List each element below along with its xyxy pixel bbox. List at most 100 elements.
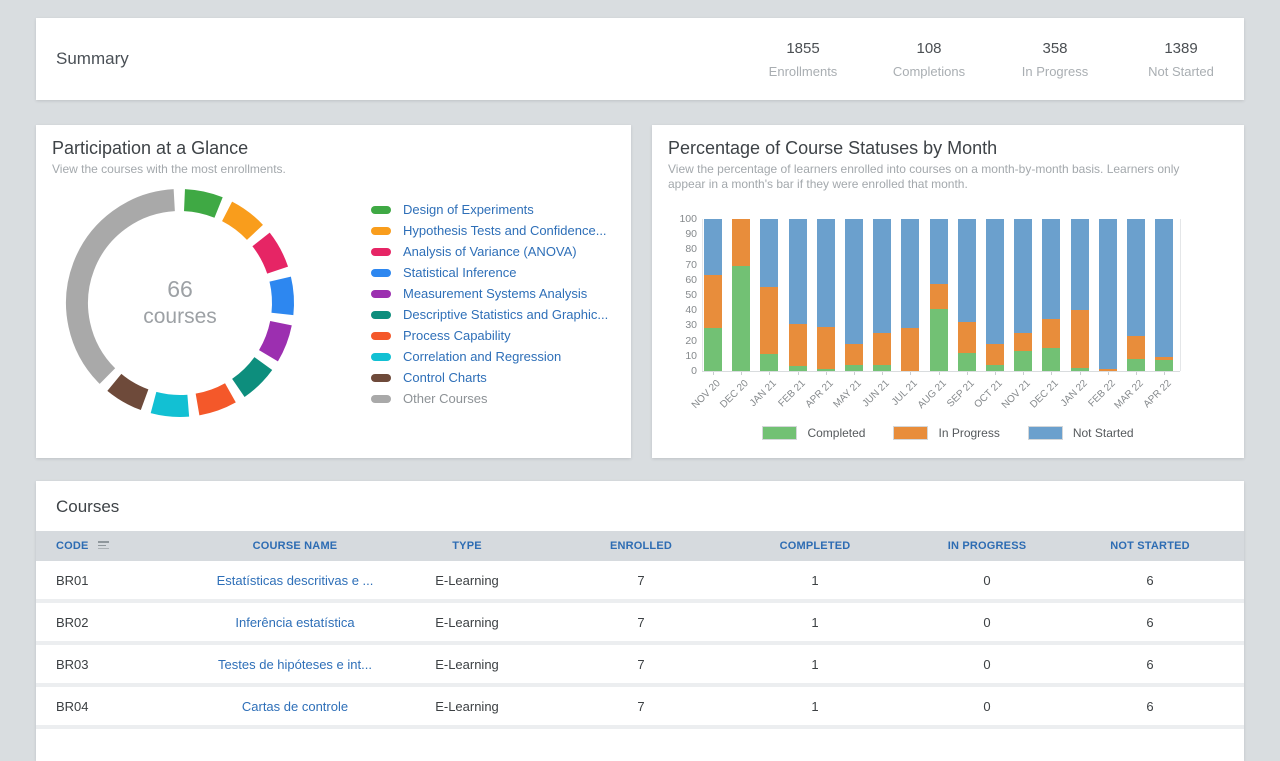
stacked-bar[interactable] xyxy=(817,219,835,371)
cell-course-name[interactable]: Inferência estatística xyxy=(190,615,400,630)
bar-segment-completed[interactable] xyxy=(958,353,976,371)
donut-segment[interactable] xyxy=(154,403,189,406)
bar-segment-completed[interactable] xyxy=(1155,360,1173,371)
header-cell-not-started[interactable]: NOT STARTED xyxy=(1092,540,1208,552)
legend-item[interactable]: Design of Experiments xyxy=(371,199,608,220)
bar-segment-in-progress[interactable] xyxy=(1071,310,1089,368)
header-cell-in-progress[interactable]: IN PROGRESS xyxy=(882,540,1092,552)
bar-segment-not-started[interactable] xyxy=(817,219,835,327)
bar-segment-in-progress[interactable] xyxy=(1042,319,1060,348)
bar-segment-completed[interactable] xyxy=(986,365,1004,371)
bar-segment-not-started[interactable] xyxy=(1042,219,1060,319)
bar-segment-not-started[interactable] xyxy=(901,219,919,328)
bar-segment-not-started[interactable] xyxy=(1099,219,1117,369)
bar-segment-in-progress[interactable] xyxy=(873,333,891,365)
bar-segment-not-started[interactable] xyxy=(789,219,807,324)
bar-segment-not-started[interactable] xyxy=(958,219,976,322)
legend-label[interactable]: Measurement Systems Analysis xyxy=(403,286,587,301)
header-cell-course-name[interactable]: COURSE NAME xyxy=(190,540,400,552)
course-name-link[interactable]: Inferência estatística xyxy=(235,615,354,630)
donut-segment[interactable] xyxy=(77,200,174,376)
bar-segment-in-progress[interactable] xyxy=(1127,336,1145,359)
bar-segment-completed[interactable] xyxy=(760,354,778,371)
course-name-link[interactable]: Testes de hipóteses e int... xyxy=(218,657,372,672)
bar-segment-completed[interactable] xyxy=(873,365,891,371)
bar-segment-not-started[interactable] xyxy=(930,219,948,284)
bar-segment-completed[interactable] xyxy=(930,309,948,371)
stacked-bar[interactable] xyxy=(1127,219,1145,371)
stacked-bar[interactable] xyxy=(845,219,863,371)
bar-segment-not-started[interactable] xyxy=(1127,219,1145,336)
donut-segment[interactable] xyxy=(238,364,263,388)
stacked-bar[interactable] xyxy=(1042,219,1060,371)
bar-segment-not-started[interactable] xyxy=(1014,219,1032,333)
stacked-bar[interactable] xyxy=(1014,219,1032,371)
legend-item[interactable]: Process Capability xyxy=(371,325,608,346)
cell-course-name[interactable]: Estatísticas descritivas e ... xyxy=(190,573,400,588)
donut-segment[interactable] xyxy=(114,382,144,399)
bar-segment-in-progress[interactable] xyxy=(760,287,778,354)
legend-item[interactable]: Statistical Inference xyxy=(371,262,608,283)
bar-segment-in-progress[interactable] xyxy=(1099,369,1117,371)
donut-segment[interactable] xyxy=(184,200,218,207)
stacked-bar[interactable] xyxy=(873,219,891,371)
legend-label[interactable]: Design of Experiments xyxy=(403,202,534,217)
bar-segment-not-started[interactable] xyxy=(1155,219,1173,357)
legend-label[interactable]: Statistical Inference xyxy=(403,265,516,280)
header-cell-completed[interactable]: COMPLETED xyxy=(748,540,882,552)
header-cell-code[interactable]: CODE xyxy=(36,540,190,552)
header-cell-type[interactable]: TYPE xyxy=(400,540,534,552)
bar-segment-completed[interactable] xyxy=(789,366,807,371)
stacked-bar[interactable] xyxy=(732,219,750,371)
donut-segment[interactable] xyxy=(227,211,255,232)
bar-segment-in-progress[interactable] xyxy=(930,284,948,308)
stacked-bar[interactable] xyxy=(1155,219,1173,371)
bar-segment-not-started[interactable] xyxy=(845,219,863,344)
legend-label[interactable]: Analysis of Variance (ANOVA) xyxy=(403,244,577,259)
bar-segment-not-started[interactable] xyxy=(1071,219,1089,310)
bar-segment-in-progress[interactable] xyxy=(901,328,919,371)
bar-segment-completed[interactable] xyxy=(1042,348,1060,371)
course-name-link[interactable]: Cartas de controle xyxy=(242,699,348,714)
header-cell-enrolled[interactable]: ENROLLED xyxy=(534,540,748,552)
bar-segment-completed[interactable] xyxy=(817,369,835,371)
bar-segment-in-progress[interactable] xyxy=(845,344,863,365)
bar-segment-in-progress[interactable] xyxy=(704,275,722,328)
bar-segment-not-started[interactable] xyxy=(986,219,1004,344)
course-name-link[interactable]: Estatísticas descritivas e ... xyxy=(217,573,374,588)
stacked-bar[interactable] xyxy=(1071,219,1089,371)
bar-segment-completed[interactable] xyxy=(732,266,750,371)
bar-segment-in-progress[interactable] xyxy=(986,344,1004,365)
stacked-bar[interactable] xyxy=(958,219,976,371)
bar-segment-in-progress[interactable] xyxy=(789,324,807,367)
donut-chart[interactable] xyxy=(64,187,296,419)
bar-segment-completed[interactable] xyxy=(1014,351,1032,371)
legend-item[interactable]: Hypothesis Tests and Confidence... xyxy=(371,220,608,241)
stacked-bar[interactable] xyxy=(930,219,948,371)
bar-segment-completed[interactable] xyxy=(1127,359,1145,371)
donut-segment[interactable] xyxy=(280,279,283,314)
stacked-bar[interactable] xyxy=(789,219,807,371)
bar-segment-in-progress[interactable] xyxy=(1014,333,1032,351)
sort-icon[interactable] xyxy=(98,541,109,551)
legend-item[interactable]: Correlation and Regression xyxy=(371,346,608,367)
legend-item[interactable]: Measurement Systems Analysis xyxy=(371,283,608,304)
bar-segment-in-progress[interactable] xyxy=(817,327,835,370)
cell-course-name[interactable]: Testes de hipóteses e int... xyxy=(190,657,400,672)
bar-segment-completed[interactable] xyxy=(845,365,863,371)
donut-segment[interactable] xyxy=(268,323,281,356)
donut-segment[interactable] xyxy=(198,393,231,405)
bar-segment-completed[interactable] xyxy=(1071,368,1089,371)
donut-segment[interactable] xyxy=(261,239,278,270)
legend-label[interactable]: Process Capability xyxy=(403,328,511,343)
legend-item[interactable]: Analysis of Variance (ANOVA) xyxy=(371,241,608,262)
stacked-bar[interactable] xyxy=(704,219,722,371)
legend-label[interactable]: Descriptive Statistics and Graphic... xyxy=(403,307,608,322)
cell-course-name[interactable]: Cartas de controle xyxy=(190,699,400,714)
bar-segment-completed[interactable] xyxy=(704,328,722,371)
bar-segment-not-started[interactable] xyxy=(704,219,722,275)
bar-segment-in-progress[interactable] xyxy=(732,219,750,266)
bar-segment-not-started[interactable] xyxy=(873,219,891,333)
stacked-bar[interactable] xyxy=(901,219,919,371)
bar-segment-not-started[interactable] xyxy=(760,219,778,287)
